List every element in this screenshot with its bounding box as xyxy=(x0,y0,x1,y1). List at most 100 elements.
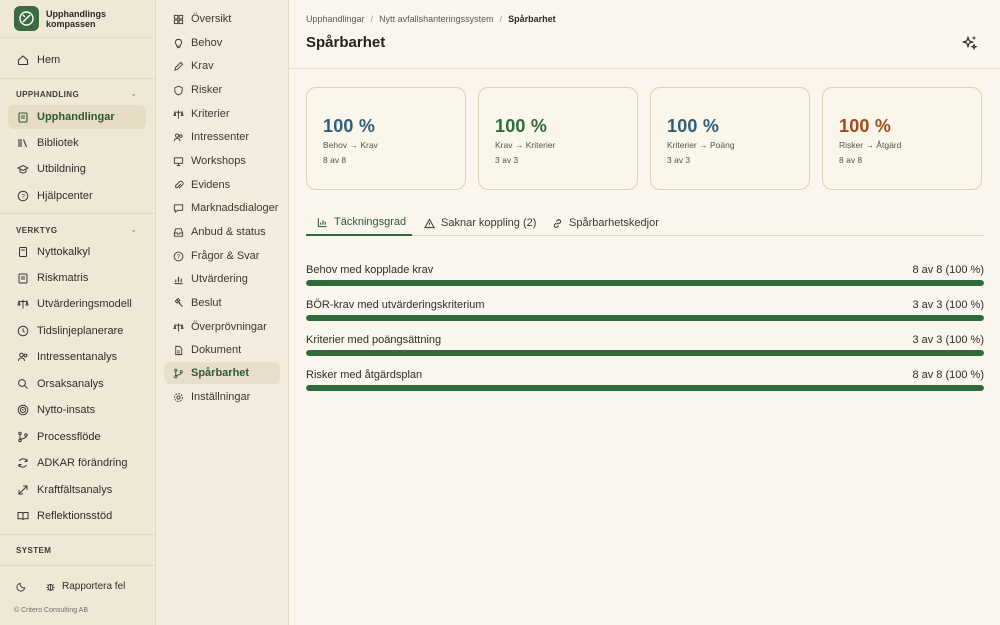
subnav-item-tenders[interactable]: Anbud & status xyxy=(164,221,280,243)
card-percent: 100 % xyxy=(839,116,892,136)
nav-education[interactable]: Utbildning xyxy=(8,157,146,181)
tab-coverage[interactable]: Täckningsgrad xyxy=(306,210,412,236)
subnav-item-overview[interactable]: Översikt xyxy=(164,8,280,30)
nav-tool-benefit-effort[interactable]: Nytto-insats xyxy=(8,398,146,422)
breadcrumb-item[interactable]: Nytt avfallshanteringssystem xyxy=(379,14,494,24)
nav-tool-risk-matrix[interactable]: Riskmatris xyxy=(8,266,146,290)
nav-tool-label: Nytto-insats xyxy=(37,404,96,416)
nav-tool-label: Kraftfältsanalys xyxy=(37,484,113,496)
nav-tool-adkar[interactable]: ADKAR förändring xyxy=(8,451,146,475)
progress-track xyxy=(306,350,984,356)
gavel-icon xyxy=(172,297,184,309)
grid-icon xyxy=(172,13,184,25)
git-branch-icon xyxy=(172,367,184,379)
tab-trace-chains[interactable]: Spårbarhetskedjor xyxy=(552,210,659,236)
subnav-item-qa[interactable]: ? Frågor & Svar xyxy=(164,245,280,267)
subnav-label: Beslut xyxy=(191,297,222,309)
subnav-item-market-dialogues[interactable]: Marknadsdialoger xyxy=(164,197,280,219)
card-count: 3 av 3 xyxy=(495,155,519,165)
coverage-value: 3 av 3 (100 %) xyxy=(912,334,984,346)
subnav-item-workshops[interactable]: Workshops xyxy=(164,150,280,172)
nav-tool-stakeholder[interactable]: Intressentanalys xyxy=(8,345,146,369)
coverage-row: BÖR-krav med utvärderingskriterium 3 av 3… xyxy=(306,299,984,321)
subnav-label: Dokument xyxy=(191,344,242,356)
subnav-item-requirements[interactable]: Krav xyxy=(164,55,280,77)
subnav-item-evidence[interactable]: Evidens xyxy=(164,174,280,196)
breadcrumb-current: Spårbarhet xyxy=(508,14,556,24)
card-count: 8 av 8 xyxy=(839,155,863,165)
nav-home-label: Hem xyxy=(37,54,61,66)
nav-tool-evaluation-model[interactable]: Utvärderingsmodell xyxy=(8,292,146,316)
copyright: © Critero Consulting AB xyxy=(14,607,89,614)
clipboard-icon xyxy=(17,111,29,123)
nav-help[interactable]: ? Hjälpcenter xyxy=(8,184,146,208)
card-count: 3 av 3 xyxy=(667,155,691,165)
nav-tool-process-flow[interactable]: Processflöde xyxy=(8,425,146,449)
breadcrumb-separator: / xyxy=(370,14,374,24)
coverage-cards: 100 % Behov → Krav 8 av 8 100 % Krav → K… xyxy=(306,87,982,190)
main-content: Upphandlingar / Nytt avfallshanteringssy… xyxy=(289,0,1000,625)
gear-icon xyxy=(172,391,184,403)
subnav-label: Översikt xyxy=(191,13,232,25)
nav-tool-root-cause[interactable]: Orsaksanalys xyxy=(8,372,146,396)
help-circle-icon: ? xyxy=(172,250,184,262)
nav-procurements[interactable]: Upphandlingar xyxy=(8,105,146,129)
lightbulb-icon xyxy=(172,37,184,49)
bottom-actions: Rapportera fel xyxy=(16,581,125,592)
nav-tool-timeline[interactable]: Tidslinjeplanerare xyxy=(8,319,146,343)
subnav-item-decision[interactable]: Beslut xyxy=(164,292,280,314)
sparkles-icon[interactable] xyxy=(961,35,978,51)
scale-icon xyxy=(172,321,184,333)
brand-name-line2: kompassen xyxy=(46,18,96,29)
subnav-label: Krav xyxy=(191,60,214,72)
nav-education-label: Utbildning xyxy=(37,163,86,175)
coverage-row: Kriterier med poängsättning 3 av 3 (100 %… xyxy=(306,334,984,356)
library-icon xyxy=(17,137,29,149)
coverage-label: Kriterier med poängsättning xyxy=(306,334,442,346)
nav-tool-label: Intressentanalys xyxy=(37,351,118,363)
nav-tool-label: Nyttokalkyl xyxy=(37,246,91,258)
svg-text:?: ? xyxy=(176,254,180,260)
subnav-item-needs[interactable]: Behov xyxy=(164,32,280,54)
progress-track xyxy=(306,315,984,321)
inbox-icon xyxy=(172,226,184,238)
users-icon xyxy=(172,131,184,143)
subnav-item-traceability[interactable]: Spårbarhet xyxy=(164,362,280,384)
tab-missing-links[interactable]: Saknar koppling (2) xyxy=(424,210,536,236)
chevron-down-icon[interactable]: ⌄ xyxy=(130,89,137,98)
calculator-icon xyxy=(17,246,29,258)
nav-home[interactable]: Hem xyxy=(8,48,146,72)
breadcrumb-item[interactable]: Upphandlingar xyxy=(306,14,365,24)
subnav-item-criteria[interactable]: Kriterier xyxy=(164,103,280,125)
brand[interactable]: Upphandlings kompassen xyxy=(0,0,155,38)
coverage-value: 8 av 8 (100 %) xyxy=(912,264,984,276)
subnav-label: Inställningar xyxy=(191,391,251,403)
subnav-item-appeals[interactable]: Överprövningar xyxy=(164,316,280,338)
nav-tool-force-field[interactable]: Kraftfältsanalys xyxy=(8,478,146,502)
report-bug-button[interactable]: Rapportera fel xyxy=(45,581,125,592)
subnav-label: Marknadsdialoger xyxy=(191,202,279,214)
scale-icon xyxy=(172,108,184,120)
nav-tool-reflection[interactable]: Reflektionsstöd xyxy=(8,504,146,528)
subnav-item-documents[interactable]: Dokument xyxy=(164,339,280,361)
subnav-item-stakeholders[interactable]: Intressenter xyxy=(164,126,280,148)
nav-tool-benefit-calc[interactable]: Nyttokalkyl xyxy=(8,240,146,264)
nav-tool-label: Tidslinjeplanerare xyxy=(37,325,124,337)
coverage-label: Behov med kopplade krav xyxy=(306,264,434,276)
subnav-item-risks[interactable]: Risker xyxy=(164,79,280,101)
moon-icon[interactable] xyxy=(16,581,27,592)
nav-library[interactable]: Bibliotek xyxy=(8,131,146,155)
subnav-item-settings[interactable]: Inställningar xyxy=(164,386,280,408)
tab-bar: Täckningsgrad Saknar koppling (2) Spårba… xyxy=(306,210,984,236)
subnav-label: Risker xyxy=(191,84,223,96)
git-branch-icon xyxy=(17,431,29,443)
tab-label: Täckningsgrad xyxy=(334,216,407,228)
card-percent: 100 % xyxy=(495,116,548,136)
report-bug-label: Rapportera fel xyxy=(62,581,126,592)
section-label-procurement: UPPHANDLING xyxy=(16,90,80,99)
chevron-down-icon[interactable]: ⌄ xyxy=(130,225,137,234)
nav-tool-label: Reflektionsstöd xyxy=(37,510,113,522)
divider xyxy=(0,565,156,566)
subnav-item-evaluation[interactable]: Utvärdering xyxy=(164,268,280,290)
pencil-icon xyxy=(172,60,184,72)
